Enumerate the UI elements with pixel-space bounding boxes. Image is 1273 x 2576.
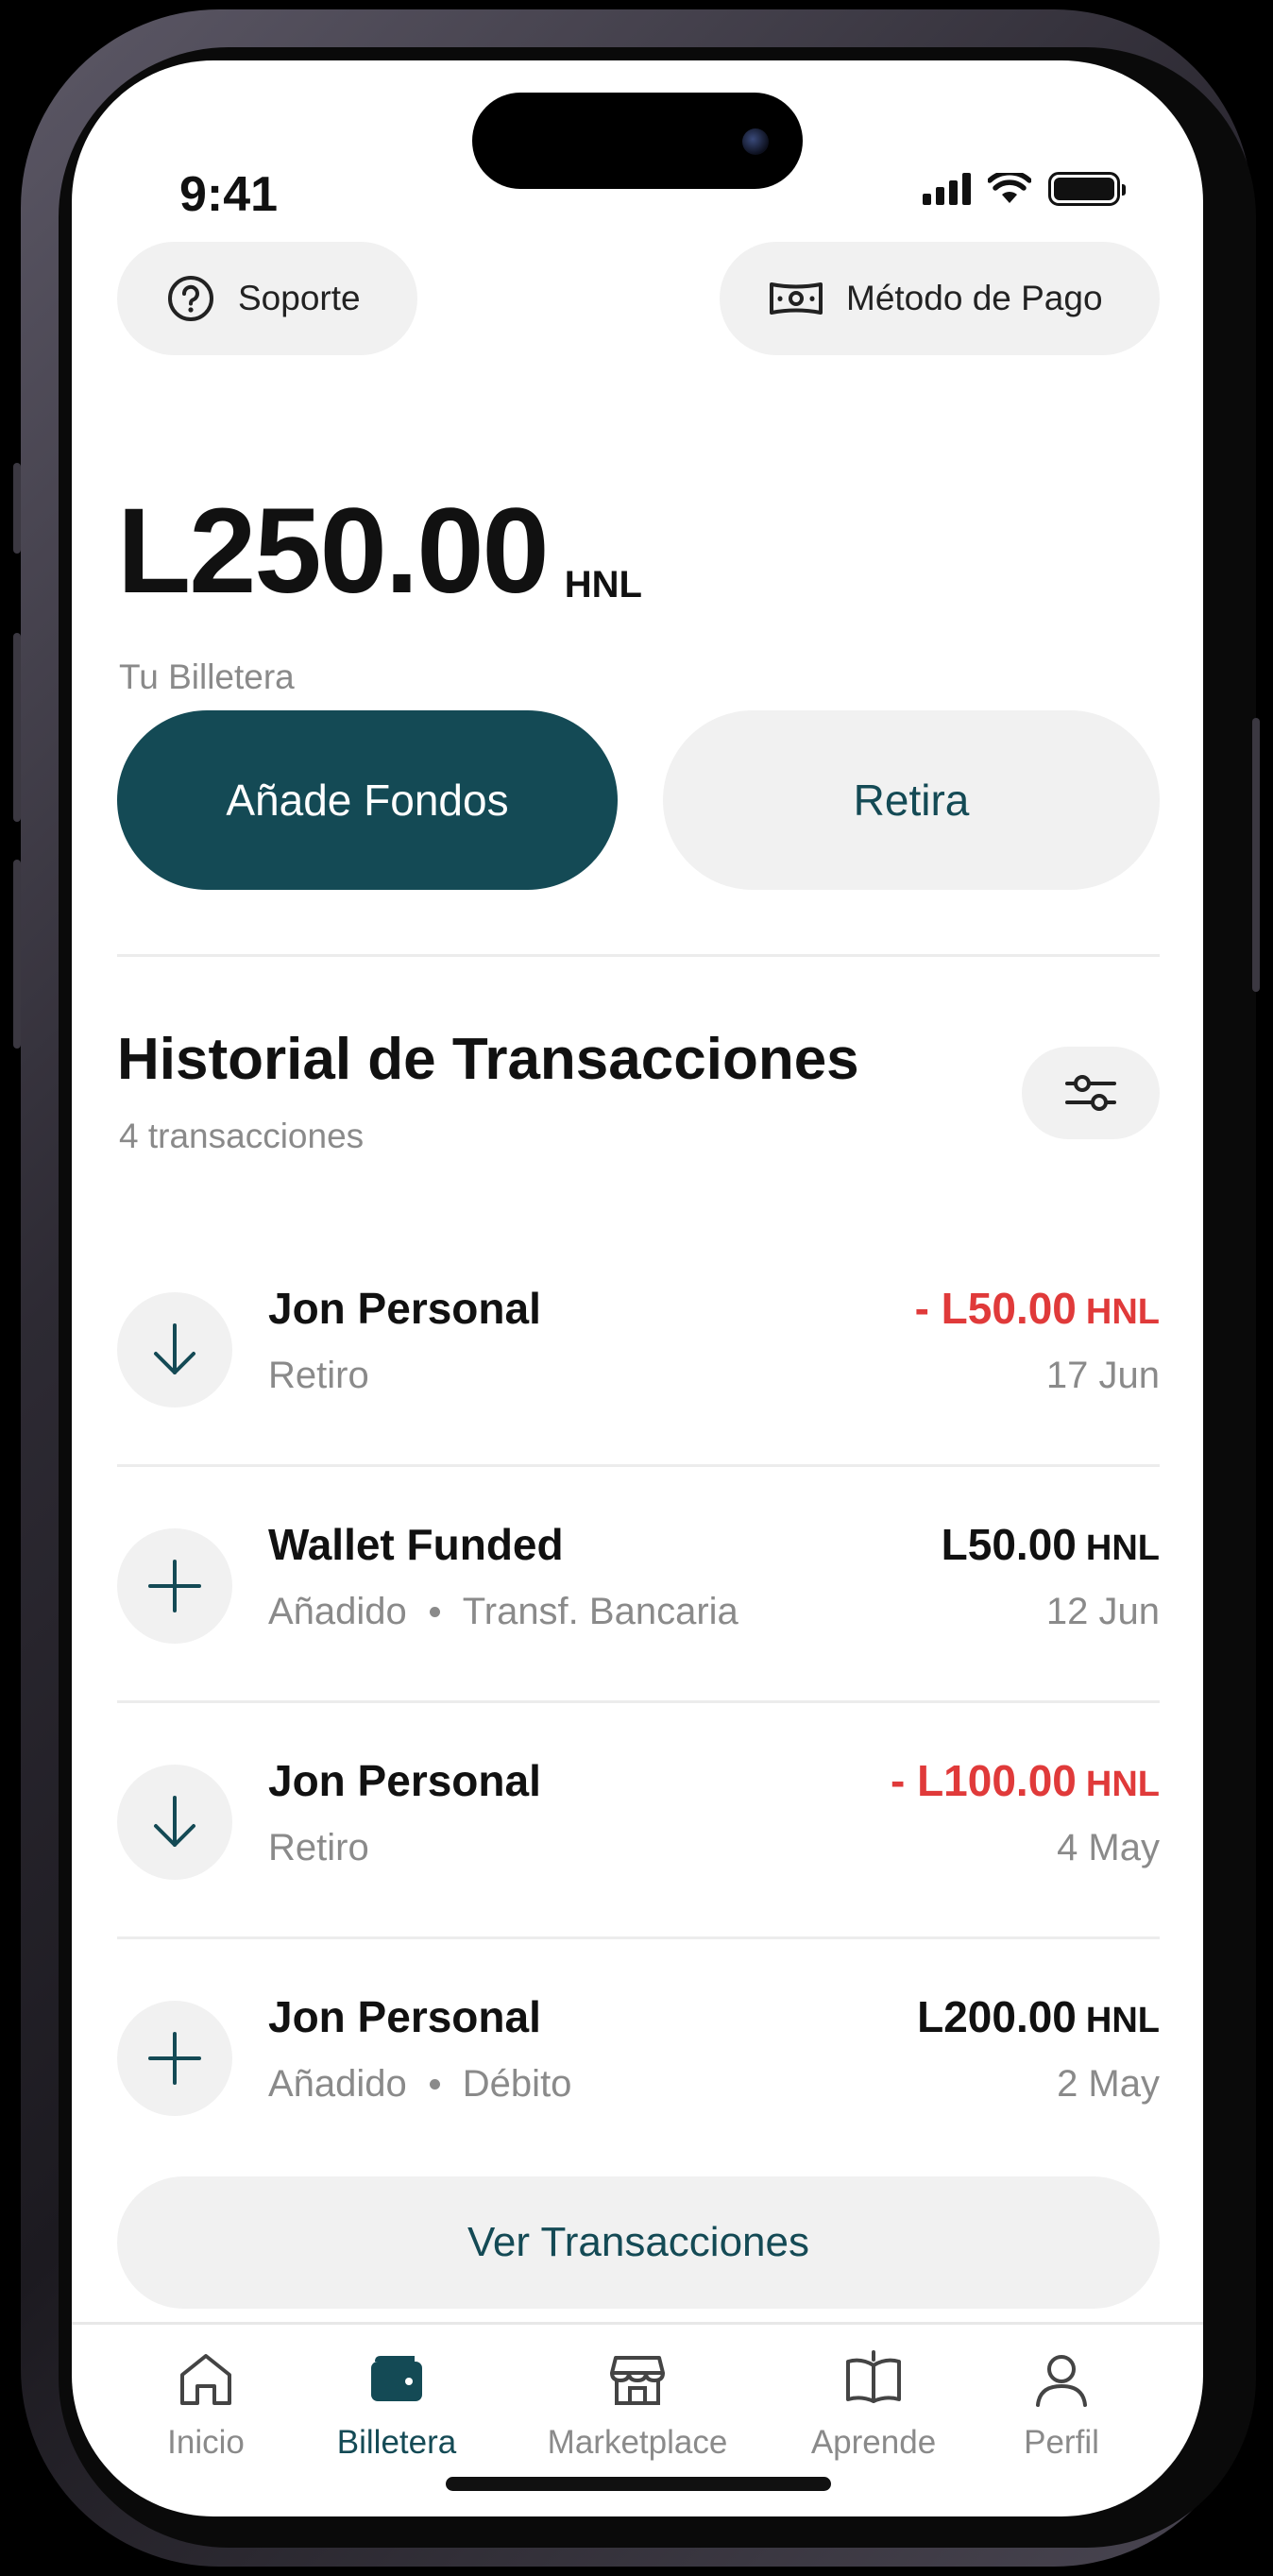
transaction-currency: HNL xyxy=(1085,1765,1160,1804)
wifi-icon xyxy=(988,173,1031,203)
home-icon xyxy=(180,2354,231,2405)
withdraw-button[interactable]: Retira xyxy=(663,710,1160,890)
home-indicator[interactable] xyxy=(446,2477,831,2491)
transaction-type: Añadido xyxy=(268,2063,407,2105)
transaction-amount-value: L50.00 xyxy=(941,1520,1077,1569)
nav-item-aprende[interactable]: Aprende xyxy=(770,2346,977,2462)
transaction-currency: HNL xyxy=(1085,1528,1160,1568)
transaction-row[interactable]: Jon Personal Añadido Débito L200.00 HNL … xyxy=(117,1987,1160,2139)
separator-dot xyxy=(429,1607,440,1617)
wallet-label: Tu Billetera xyxy=(119,657,295,696)
history-title: Historial de Transacciones xyxy=(117,1027,859,1092)
transaction-row[interactable]: Jon Personal Retiro - L100.00 HNL 4 May xyxy=(117,1751,1160,1902)
support-label: Soporte xyxy=(238,279,361,317)
nav-item-billetera[interactable]: Billetera xyxy=(293,2346,501,2462)
nav-label: Billetera xyxy=(336,2424,457,2461)
row-divider xyxy=(117,1936,1160,1939)
nav-label: Inicio xyxy=(167,2424,245,2461)
transaction-icon xyxy=(117,1528,232,1644)
transaction-date: 12 Jun xyxy=(1045,1591,1160,1632)
nav-label: Perfil xyxy=(1024,2424,1099,2461)
power-button xyxy=(1252,718,1260,992)
sliders-icon xyxy=(1065,1075,1116,1111)
transaction-subtitle: Añadido Transf. Bancaria xyxy=(268,1591,738,1633)
arrow-down-icon xyxy=(154,1323,195,1374)
mute-switch xyxy=(13,463,21,554)
transaction-amount: - L50.00 HNL xyxy=(915,1283,1160,1334)
status-icons xyxy=(923,172,1126,206)
transaction-icon xyxy=(117,1292,232,1407)
transaction-date: 4 May xyxy=(1057,1827,1160,1868)
nav-item-marketplace[interactable]: Marketplace xyxy=(534,2346,741,2462)
transaction-name: Wallet Funded xyxy=(268,1520,564,1569)
transaction-icon xyxy=(117,1765,232,1880)
transaction-amount: L50.00 HNL xyxy=(942,1519,1160,1570)
balance-amount: L250.00 xyxy=(117,484,550,619)
plus-icon xyxy=(148,1560,201,1612)
transaction-subtitle: Añadido Débito xyxy=(268,2063,571,2106)
volume-up-button xyxy=(13,633,21,822)
separator-dot xyxy=(429,2079,440,2090)
transaction-date: 17 Jun xyxy=(1045,1355,1160,1396)
wallet-icon xyxy=(371,2356,422,2401)
transaction-name: Jon Personal xyxy=(268,1992,541,2041)
transaction-method: Transf. Bancaria xyxy=(462,1591,738,1632)
transaction-row[interactable]: Wallet Funded Añadido Transf. Bancaria L… xyxy=(117,1515,1160,1666)
section-divider xyxy=(117,954,1160,957)
add-funds-button[interactable]: Añade Fondos xyxy=(117,710,618,890)
volume-down-button xyxy=(13,860,21,1049)
app-screen: 9:41 Soporte Método de Pago L250.00 HNL … xyxy=(72,60,1203,2516)
nav-item-perfil[interactable]: Perfil xyxy=(958,2346,1165,2462)
transaction-name: Jon Personal xyxy=(268,1284,541,1333)
transaction-type: Retiro xyxy=(268,1827,369,1868)
filter-button[interactable] xyxy=(1022,1047,1160,1139)
transaction-row[interactable]: Jon Personal Retiro - L50.00 HNL 17 Jun xyxy=(117,1279,1160,1430)
plus-icon xyxy=(148,2032,201,2085)
payment-method-button[interactable]: Método de Pago xyxy=(720,242,1160,355)
transaction-icon xyxy=(117,2001,232,2116)
camera-icon xyxy=(742,128,769,155)
balance: L250.00 HNL xyxy=(117,491,642,612)
transaction-amount-value: - L50.00 xyxy=(914,1284,1077,1333)
nav-divider xyxy=(72,2322,1203,2325)
transaction-amount: - L100.00 HNL xyxy=(891,1755,1160,1806)
transaction-currency: HNL xyxy=(1085,2001,1160,2040)
cellular-signal-icon xyxy=(923,173,971,205)
transaction-method: Débito xyxy=(462,2063,572,2105)
payment-method-label: Método de Pago xyxy=(846,279,1103,317)
transaction-type: Añadido xyxy=(268,1591,407,1632)
nav-item-inicio[interactable]: Inicio xyxy=(102,2346,310,2462)
status-time: 9:41 xyxy=(179,167,279,222)
battery-icon xyxy=(1048,172,1126,206)
transaction-amount-value: L200.00 xyxy=(917,1992,1077,2041)
transaction-currency: HNL xyxy=(1085,1292,1160,1332)
support-button[interactable]: Soporte xyxy=(117,242,417,355)
transaction-amount: L200.00 HNL xyxy=(917,1991,1160,2042)
view-transactions-button[interactable]: Ver Transacciones xyxy=(117,2176,1160,2309)
transaction-date: 2 May xyxy=(1057,2063,1160,2105)
nav-label: Marketplace xyxy=(547,2424,728,2461)
transaction-name: Jon Personal xyxy=(268,1756,541,1805)
transaction-subtitle: Retiro xyxy=(268,1827,369,1869)
help-circle-icon xyxy=(168,276,213,321)
row-divider xyxy=(117,1700,1160,1703)
nav-label: Aprende xyxy=(810,2424,937,2461)
transaction-type: Retiro xyxy=(268,1355,369,1396)
balance-currency: HNL xyxy=(564,564,642,606)
user-icon xyxy=(1036,2355,1087,2407)
book-icon xyxy=(846,2350,901,2403)
transaction-amount-value: - L100.00 xyxy=(890,1756,1077,1805)
arrow-down-icon xyxy=(154,1796,195,1847)
transaction-subtitle: Retiro xyxy=(268,1355,369,1397)
row-divider xyxy=(117,1464,1160,1467)
cash-icon xyxy=(770,282,823,315)
transaction-count: 4 transacciones xyxy=(119,1117,365,1155)
dynamic-island xyxy=(472,93,803,189)
store-icon xyxy=(610,2356,665,2405)
